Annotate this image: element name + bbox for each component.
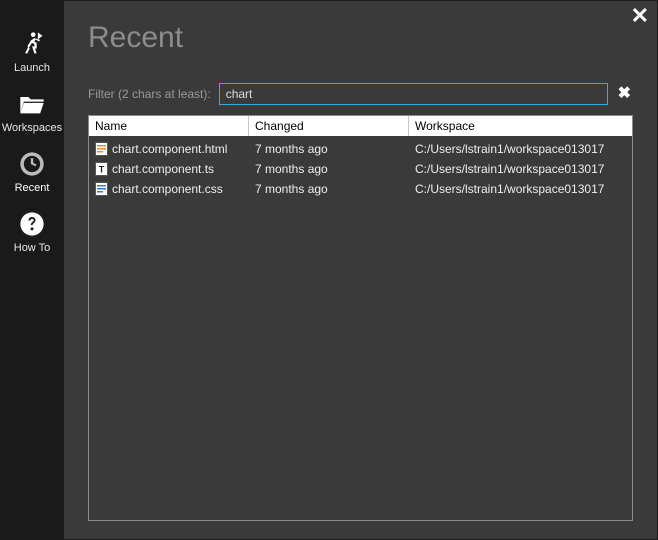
sidebar: Launch Workspaces Recent How To [0,0,64,540]
help-icon [18,210,46,238]
sidebar-item-workspaces[interactable]: Workspaces [0,84,64,144]
cell-name: chart.component.ts [112,162,214,176]
cell-name: chart.component.html [112,142,227,156]
cell-workspace: C:/Users/lstrain1/workspace013017 [415,162,604,176]
sidebar-item-launch[interactable]: Launch [0,24,64,84]
html-file-icon [95,142,108,156]
cell-workspace: C:/Users/lstrain1/workspace013017 [415,182,604,196]
cell-changed: 7 months ago [255,162,328,176]
column-header-name[interactable]: Name [89,116,249,136]
sidebar-item-recent[interactable]: Recent [0,144,64,204]
table-row[interactable]: chart.component.css 7 months ago C:/User… [89,179,632,199]
ts-file-icon: T [95,162,108,176]
filter-label: Filter (2 chars at least): [88,87,211,101]
filter-row: Filter (2 chars at least): ✖ [88,83,633,105]
page-title: Recent [88,21,633,55]
run-person-icon [18,30,46,58]
sidebar-item-label: How To [14,242,50,254]
cell-changed: 7 months ago [255,182,328,196]
cell-changed: 7 months ago [255,142,328,156]
filter-input[interactable] [219,83,608,105]
clear-filter-button[interactable]: ✖ [616,86,633,102]
table-body: chart.component.html 7 months ago C:/Use… [89,136,632,520]
css-file-icon [95,182,108,196]
main-panel: ✕ Recent Filter (2 chars at least): ✖ Na… [64,0,658,540]
sidebar-item-label: Launch [14,62,50,74]
column-header-changed[interactable]: Changed [249,116,409,136]
cell-name: chart.component.css [112,182,223,196]
sidebar-item-label: Recent [15,182,50,194]
sidebar-item-howto[interactable]: How To [0,204,64,264]
clear-icon: ✖ [618,85,631,102]
recent-table: Name Changed Workspace chart.component.h… [88,115,633,521]
folder-open-icon [18,90,46,118]
close-button[interactable]: ✕ [631,5,649,27]
table-row[interactable]: T chart.component.ts 7 months ago C:/Use… [89,159,632,179]
cell-workspace: C:/Users/lstrain1/workspace013017 [415,142,604,156]
table-row[interactable]: chart.component.html 7 months ago C:/Use… [89,139,632,159]
clock-icon [18,150,46,178]
close-icon: ✕ [631,3,649,28]
sidebar-item-label: Workspaces [2,122,62,134]
column-header-workspace[interactable]: Workspace [409,116,632,136]
svg-text:T: T [99,165,105,175]
table-header: Name Changed Workspace [89,116,632,136]
